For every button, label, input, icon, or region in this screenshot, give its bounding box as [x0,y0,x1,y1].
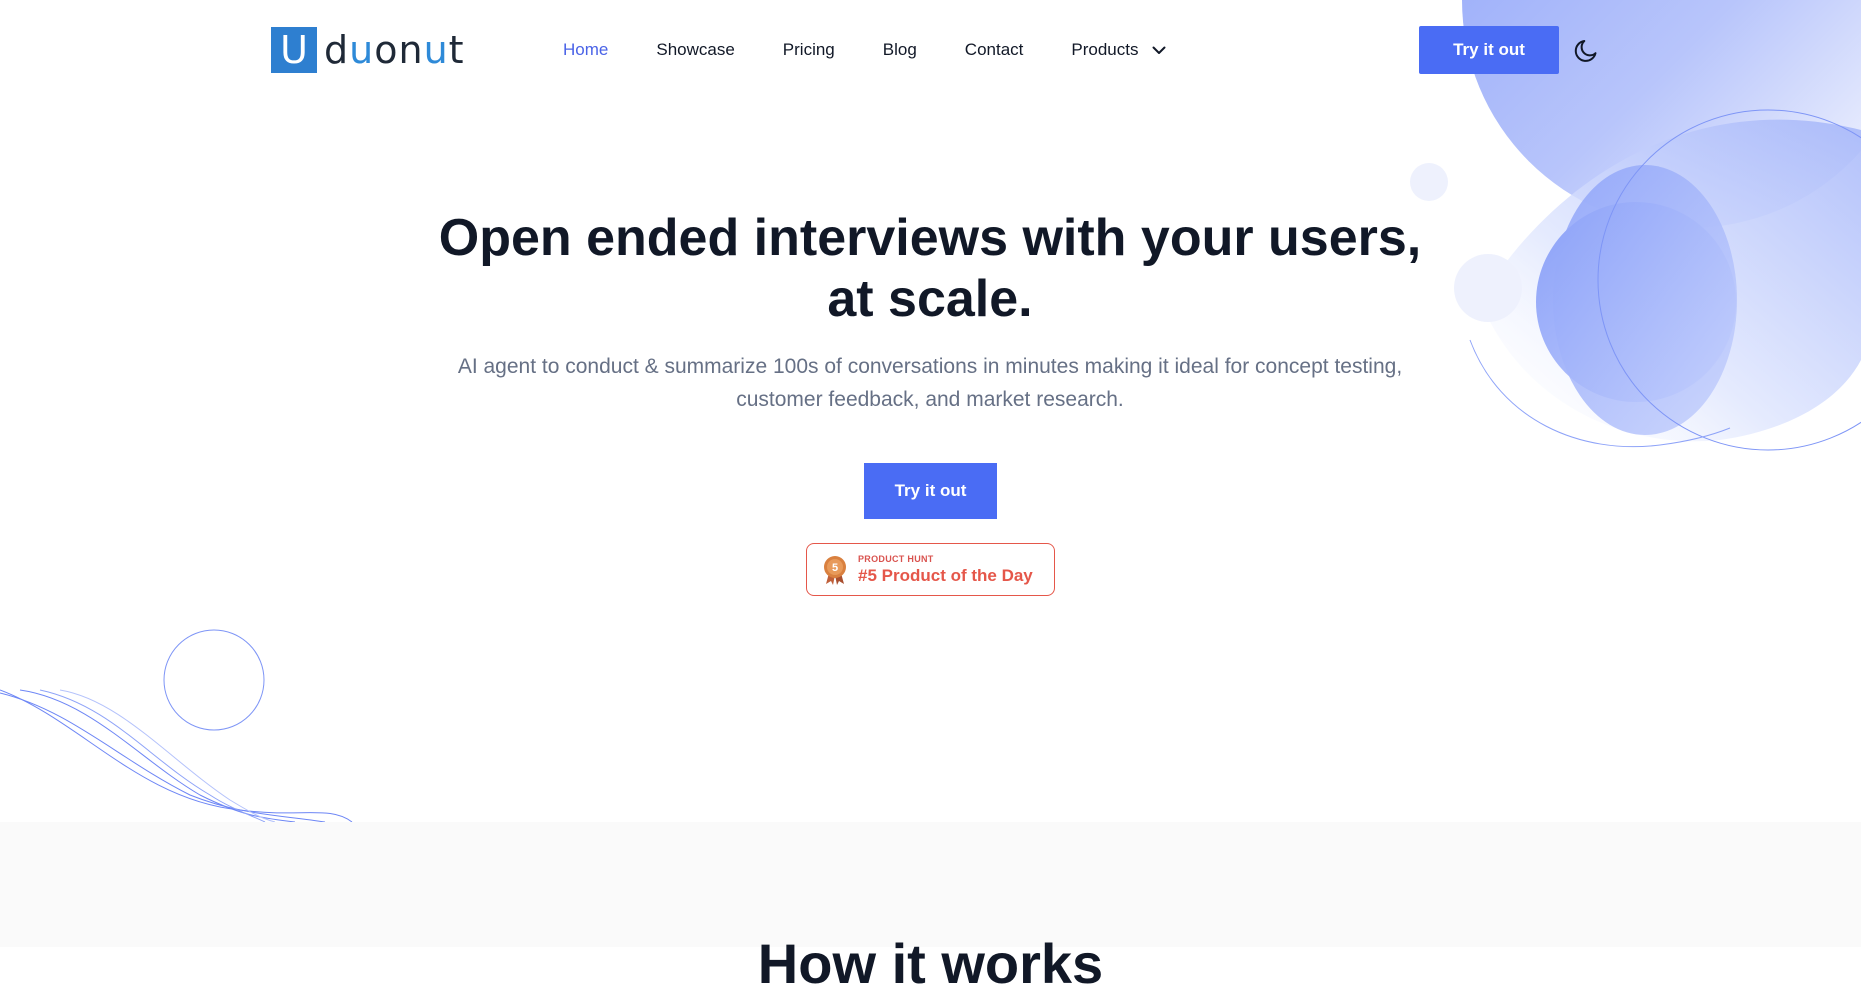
logo-mark: U [271,27,317,73]
site-header: U duonut Home Showcase Pricing Blog Cont… [0,0,1861,100]
chevron-down-icon [1152,46,1166,54]
main-nav: Home Showcase Pricing Blog Contact Produ… [563,38,1166,62]
section-heading: How it works [757,932,1104,995]
moon-icon[interactable] [1573,36,1601,64]
deco-ring-left [163,629,265,731]
nav-showcase[interactable]: Showcase [656,38,734,62]
nav-blog[interactable]: Blog [883,38,917,62]
medal-icon: 5 [824,555,846,585]
deco-wave-1 [0,689,353,823]
deco-wave-4 [39,689,266,823]
badge-label: #5 Product of the Day [858,565,1033,585]
hero-subtitle: AI agent to conduct & summarize 100s of … [430,350,1430,416]
deco-bubble-medium [1454,254,1522,322]
nav-products-label: Products [1071,40,1139,59]
logo-wordmark: duonut [324,28,465,72]
nav-home[interactable]: Home [563,38,608,62]
deco-ring-thin [1597,109,1861,451]
deco-wave-2 [0,692,326,823]
nav-pricing[interactable]: Pricing [783,38,835,62]
svg-text:5: 5 [832,562,838,574]
nav-contact[interactable]: Contact [965,38,1024,62]
deco-wave-5 [59,689,276,823]
badge-text: PRODUCT HUNT #5 Product of the Day [858,554,1033,586]
hero-subtitle-line1: AI agent to conduct & summarize 100s of … [457,355,1403,378]
logo[interactable]: U duonut [271,27,465,73]
how-it-works-section: How it works [0,822,1861,995]
deco-arc-thin [1469,339,1731,448]
product-hunt-badge[interactable]: 5 PRODUCT HUNT #5 Product of the Day [806,543,1055,596]
hero-try-it-out-button[interactable]: Try it out [864,463,997,519]
deco-circle-medium-b [1553,165,1737,435]
deco-fade-shape [1480,119,1861,442]
hero-subtitle-line2: customer feedback, and market research. [736,388,1124,411]
hero-title-line1: Open ended interviews with your users, [438,209,1422,267]
header-try-it-out-button[interactable]: Try it out [1419,26,1559,74]
deco-bubble-small [1410,163,1448,201]
deco-circle-medium [1536,202,1736,402]
deco-wave-3 [19,689,296,823]
badge-kicker: PRODUCT HUNT [858,553,934,564]
hero-title-line2: at scale. [827,270,1033,328]
nav-products-dropdown[interactable]: Products [1071,38,1166,62]
hero-title: Open ended interviews with your users, a… [430,208,1430,330]
